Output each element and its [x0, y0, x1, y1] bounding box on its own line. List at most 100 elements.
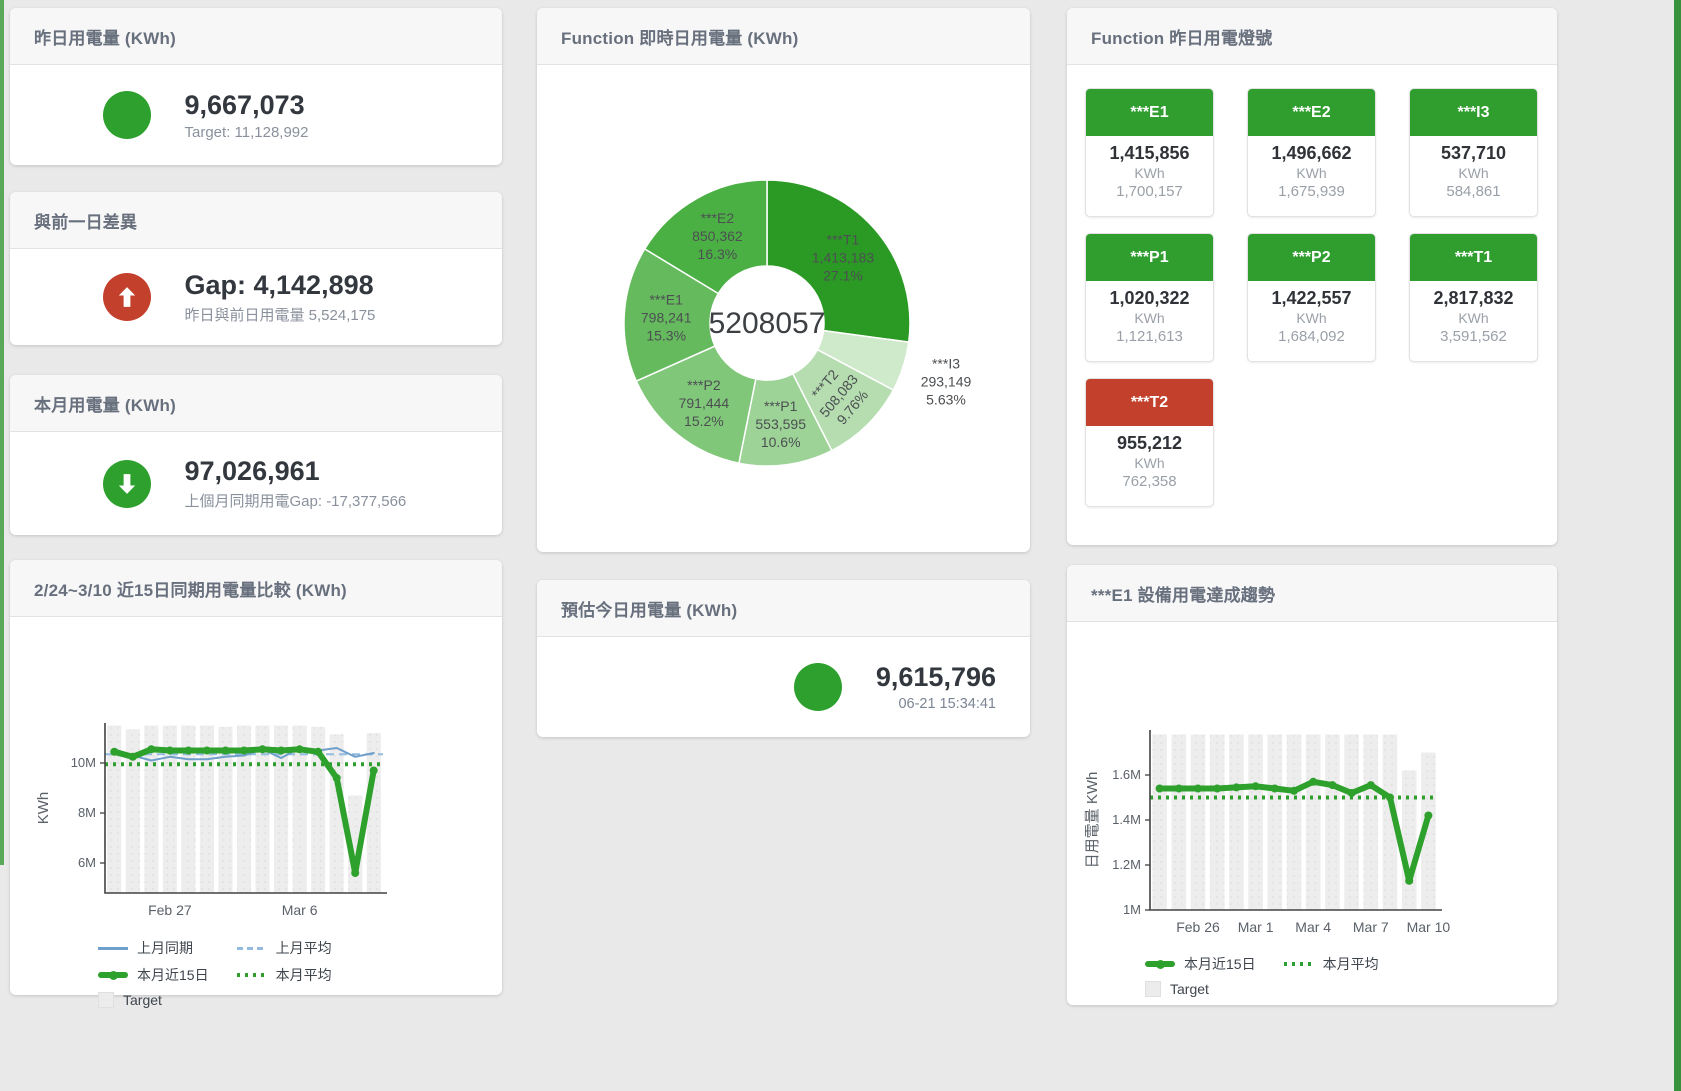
tile-body: 1,496,662KWh1,675,939 — [1248, 136, 1375, 200]
tile-body: 537,710KWh584,861 — [1410, 136, 1537, 200]
card-yesterday-usage: 昨日用電量 (KWh) 9,667,073 Target: 11,128,992 — [10, 8, 502, 165]
tile-label: ***P1 — [1086, 234, 1213, 281]
tile-body: 2,817,832KWh3,591,562 — [1410, 281, 1537, 345]
legend-item-2[interactable]: 本月近15日 — [98, 965, 209, 985]
x-tick-label: Mar 4 — [1295, 919, 1331, 935]
tile-target: 1,700,157 — [1086, 183, 1213, 200]
series-marker[interactable] — [370, 767, 378, 775]
y-tick-label: 1.6M — [1112, 767, 1141, 782]
target-bar-9[interactable] — [1325, 735, 1340, 911]
card-estimate-today: 預估今日用電量 (KWh) 9,615,796 06-21 15:34:41 — [537, 580, 1030, 737]
y-tick-label: 1.2M — [1112, 857, 1141, 872]
target-bar-2[interactable] — [1191, 735, 1206, 911]
light-tile-0: ***E11,415,856KWh1,700,157 — [1085, 88, 1214, 217]
yesterday-usage-value: 9,667,073 — [185, 90, 410, 121]
y-tick-label: 6M — [78, 855, 96, 870]
donut-label-1: ***I3293,1495.63% — [921, 356, 972, 408]
legend-item-1[interactable]: 本月平均 — [1284, 954, 1379, 974]
card-usage-lights: Function 昨日用電燈號 ***E11,415,856KWh1,700,1… — [1067, 8, 1557, 545]
light-tile-1: ***E21,496,662KWh1,675,939 — [1247, 88, 1376, 217]
energy-dashboard: 昨日用電量 (KWh) 9,667,073 Target: 11,128,992… — [0, 0, 1681, 1091]
series-marker[interactable] — [333, 774, 341, 782]
right-column: Function 昨日用電燈號 ***E11,415,856KWh1,700,1… — [1067, 8, 1557, 1005]
series-marker[interactable] — [1348, 789, 1356, 797]
tile-body: 1,020,322KWh1,121,613 — [1086, 281, 1213, 345]
month-usage-gap: 上個月同期用電Gap: -17,377,566 — [185, 490, 410, 511]
series-marker[interactable] — [314, 748, 322, 756]
tile-target: 1,121,613 — [1086, 328, 1213, 345]
target-bar-3[interactable] — [1210, 735, 1225, 911]
tile-value: 537,710 — [1410, 143, 1537, 164]
series-marker[interactable] — [147, 745, 155, 753]
series-marker[interactable] — [277, 747, 285, 755]
series-marker[interactable] — [1232, 783, 1240, 791]
series-marker[interactable] — [1424, 812, 1432, 820]
legend-item-0[interactable]: 上月同期 — [98, 938, 209, 958]
legend-label: 上月平均 — [276, 938, 332, 958]
target-bar-13[interactable] — [1402, 771, 1417, 911]
target-bar-0[interactable] — [1152, 735, 1167, 911]
series-marker[interactable] — [1252, 782, 1260, 790]
series-marker[interactable] — [1405, 877, 1413, 885]
legend-label: 本月近15日 — [137, 965, 209, 985]
realtime-usage-donut-chart: ***T11,413,18327.1%***I3293,1495.63%***T… — [537, 65, 1030, 556]
tile-unit: KWh — [1086, 165, 1213, 181]
light-tile-2: ***I3537,710KWh584,861 — [1409, 88, 1538, 217]
series-marker[interactable] — [1328, 781, 1336, 789]
legend-item-2[interactable]: Target — [1145, 981, 1256, 997]
legend-item-4[interactable]: Target — [98, 992, 209, 1008]
series-marker[interactable] — [203, 747, 211, 755]
series-marker[interactable] — [1213, 785, 1221, 793]
series-marker[interactable] — [1309, 778, 1317, 786]
x-tick-label: Mar 6 — [282, 902, 318, 918]
series-marker[interactable] — [110, 748, 118, 756]
target-bar-6[interactable] — [1268, 735, 1283, 911]
arrow-up-icon — [113, 283, 141, 311]
y-tick-label: 10M — [71, 755, 96, 770]
series-marker[interactable] — [1271, 785, 1279, 793]
target-bar-7[interactable] — [1287, 735, 1302, 911]
right-scrollbar-strip[interactable] — [1674, 0, 1681, 1091]
series-marker[interactable] — [184, 747, 192, 755]
series-marker[interactable] — [259, 745, 267, 753]
target-bar-4[interactable] — [1229, 735, 1244, 911]
target-bar-8[interactable] — [1306, 735, 1321, 911]
status-circle-icon — [103, 91, 151, 139]
tile-target: 1,684,092 — [1248, 328, 1375, 345]
y-tick-label: 1.4M — [1112, 812, 1141, 827]
series-marker[interactable] — [166, 747, 174, 755]
target-bar-1[interactable] — [1172, 735, 1187, 911]
target-bar-10[interactable] — [1344, 735, 1359, 911]
light-tile-5: ***T12,817,832KWh3,591,562 — [1409, 233, 1538, 362]
light-tile-3: ***P11,020,322KWh1,121,613 — [1085, 233, 1214, 362]
tile-unit: KWh — [1248, 310, 1375, 326]
compare-15day-chart: 6M8M10MFeb 27Mar 6KWh — [10, 697, 502, 934]
series-marker[interactable] — [1386, 794, 1394, 802]
series-marker[interactable] — [240, 747, 248, 755]
tile-label: ***E1 — [1086, 89, 1213, 136]
series-marker[interactable] — [1194, 785, 1202, 793]
series-marker[interactable] — [129, 753, 137, 761]
y-tick-label: 1M — [1123, 902, 1141, 917]
tile-target: 584,861 — [1410, 183, 1537, 200]
series-marker[interactable] — [1175, 785, 1183, 793]
donut-center-value: 5208057 — [709, 307, 826, 340]
tile-unit: KWh — [1086, 310, 1213, 326]
card-realtime-donut: Function 即時日用電量 (KWh) ***T11,413,18327.1… — [537, 8, 1030, 552]
series-marker[interactable] — [351, 869, 359, 877]
series-marker[interactable] — [1290, 787, 1298, 795]
card-title-estimate: 預估今日用電量 (KWh) — [537, 580, 1030, 637]
y-tick-label: 8M — [78, 805, 96, 820]
target-bar-5[interactable] — [1248, 735, 1263, 911]
legend-item-3[interactable]: 本月平均 — [237, 965, 332, 985]
target-bar-11[interactable] — [1364, 735, 1379, 911]
tile-label: ***P2 — [1248, 234, 1375, 281]
series-marker[interactable] — [222, 747, 230, 755]
legend-item-0[interactable]: 本月近15日 — [1145, 954, 1256, 974]
y-axis-title: 日用電量 KWh — [1084, 772, 1101, 869]
series-marker[interactable] — [296, 745, 304, 753]
series-marker[interactable] — [1156, 785, 1164, 793]
compare15-svg: 6M8M10MFeb 27Mar 6KWh — [10, 697, 490, 929]
legend-item-1[interactable]: 上月平均 — [237, 938, 332, 958]
series-marker[interactable] — [1367, 781, 1375, 789]
